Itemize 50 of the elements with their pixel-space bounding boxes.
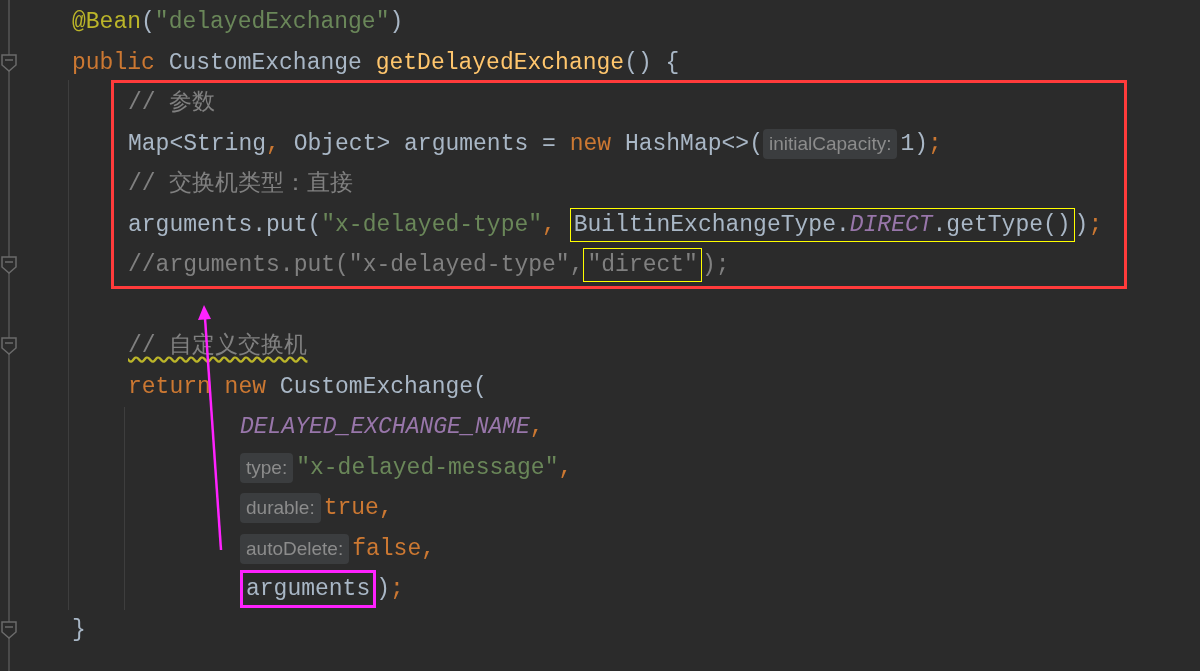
code-text: Map<String bbox=[128, 129, 267, 159]
punctuation: , bbox=[529, 413, 544, 442]
fold-marker-icon[interactable] bbox=[1, 256, 17, 274]
punctuation: , bbox=[378, 494, 393, 523]
annotation: @Bean bbox=[72, 8, 141, 37]
code-text: arguments.put( bbox=[128, 210, 322, 240]
punctuation: ; bbox=[390, 575, 404, 604]
code-text: () { bbox=[624, 48, 680, 78]
code-text: ) bbox=[376, 575, 391, 604]
constant: DIRECT bbox=[849, 211, 933, 238]
code-text: ( bbox=[141, 8, 155, 37]
code-text: } bbox=[72, 615, 86, 645]
keyword: false bbox=[352, 534, 422, 564]
constant: DELAYED_EXCHANGE_NAME bbox=[240, 413, 530, 442]
punctuation: ; bbox=[928, 129, 942, 159]
fold-marker-icon[interactable] bbox=[1, 337, 17, 355]
punctuation: ; bbox=[1088, 210, 1103, 240]
fold-marker-icon[interactable] bbox=[1, 53, 17, 72]
keyword: return new bbox=[128, 372, 268, 402]
keyword: public bbox=[72, 48, 156, 78]
code-comment: "direct" bbox=[587, 252, 698, 279]
code-text: arguments bbox=[246, 576, 371, 603]
code-text: 1) bbox=[900, 129, 929, 159]
keyword: new bbox=[569, 129, 613, 159]
code-comment: ); bbox=[701, 251, 730, 280]
string-literal: "x-delayed-type" bbox=[321, 210, 543, 240]
code-comment: // 交换机类型：直接 bbox=[128, 169, 354, 199]
parameter-hint: durable: bbox=[240, 493, 321, 524]
keyword: true bbox=[323, 494, 379, 523]
punctuation: , bbox=[558, 453, 573, 483]
code-comment: // 参数 bbox=[128, 89, 216, 118]
string-literal: "x-delayed-message" bbox=[296, 453, 559, 483]
code-text: CustomExchange( bbox=[279, 372, 487, 402]
code-text: Object> arguments = bbox=[293, 129, 557, 159]
punctuation: , bbox=[421, 534, 435, 564]
code-text: HashMap<>( bbox=[624, 129, 763, 159]
fold-marker-icon[interactable] bbox=[1, 620, 17, 639]
parameter-hint: type: bbox=[240, 452, 294, 483]
method-name: getDelayedExchange bbox=[375, 48, 625, 78]
punctuation: , bbox=[542, 210, 557, 240]
string-literal: "delayedExchange" bbox=[154, 8, 390, 37]
code-text: BuiltinExchangeType. bbox=[573, 211, 850, 238]
punctuation: , bbox=[266, 129, 281, 159]
parameter-hint: initialCapacity: bbox=[762, 128, 898, 159]
code-text: .getType() bbox=[932, 211, 1071, 238]
code-text: ) bbox=[1074, 210, 1089, 240]
code-comment: //arguments.put("x-delayed-type", bbox=[128, 251, 584, 280]
code-text: CustomExchange bbox=[168, 48, 363, 78]
code-text: ) bbox=[389, 8, 404, 37]
parameter-hint: autoDelete: bbox=[240, 533, 350, 564]
